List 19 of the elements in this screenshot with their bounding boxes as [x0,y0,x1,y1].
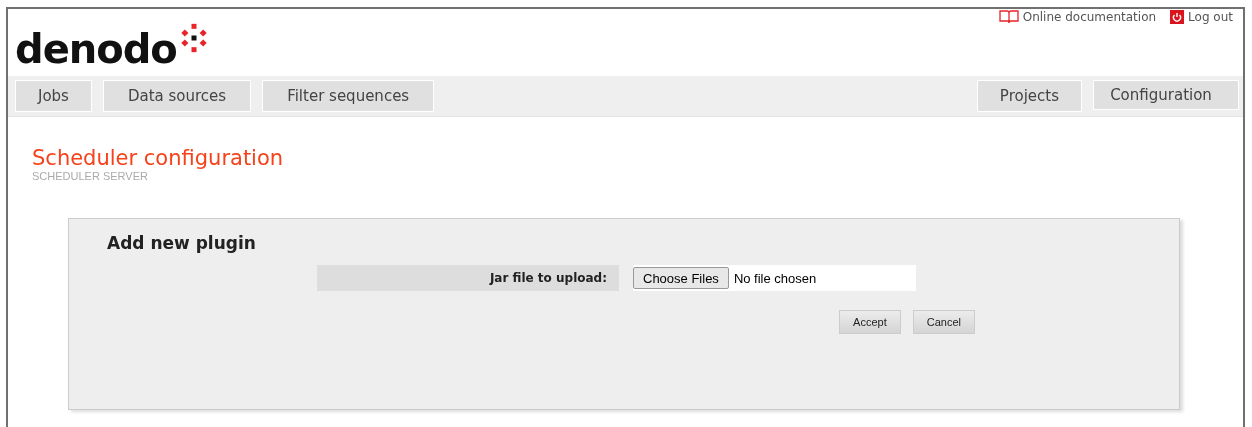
page-title: Scheduler configuration [32,146,285,170]
power-icon [1170,10,1185,24]
accept-button[interactable]: Accept [839,310,901,334]
logo-wordmark: denodo [15,25,177,73]
field-label: Jar file to upload: [317,265,619,291]
header-link[interactable]: Online documentation [998,10,1157,24]
nav-tab[interactable]: Jobs [15,80,92,112]
nav-tab[interactable]: Filter sequences [262,80,435,112]
choose-files-button[interactable]: Choose Files [633,267,729,289]
file-input-field[interactable]: Choose Files No file chosen [633,265,916,291]
nav-tab[interactable]: Projects [976,80,1082,112]
header-link[interactable]: Log out [1170,10,1233,24]
page-subtitle: SCHEDULER SERVER [32,170,149,182]
file-status: No file chosen [733,270,817,286]
cancel-button[interactable]: Cancel [912,310,975,334]
nav-tab[interactable]: Data sources [102,80,252,112]
panel-heading: Add new plugin [107,233,257,253]
nav-tab[interactable]: Configuration [1093,80,1239,110]
book-icon [998,10,1019,24]
